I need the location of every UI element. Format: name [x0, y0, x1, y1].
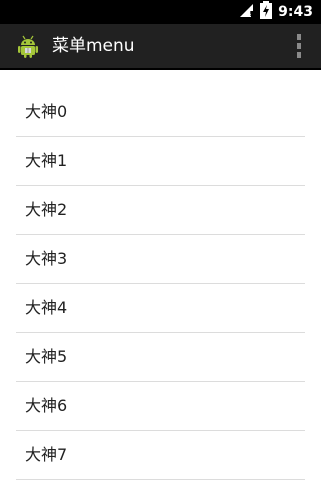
status-bar: ! 9:43 — [0, 0, 321, 24]
overflow-menu-icon — [297, 34, 301, 40]
list-item-label: 大神3 — [25, 249, 68, 268]
list-item-label: 大神4 — [25, 298, 68, 317]
app-title: 菜单menu — [52, 36, 135, 56]
list-item-label: 大神0 — [25, 102, 68, 121]
list-item[interactable]: 大神0 — [16, 88, 305, 137]
overflow-dot — [297, 43, 301, 49]
signal-icon: ! — [238, 2, 256, 22]
action-bar: 菜单menu — [0, 24, 321, 70]
list-item-label: 大神2 — [25, 200, 68, 219]
list-item-label: 大神5 — [25, 347, 68, 366]
list-item-label: 大神6 — [25, 396, 68, 415]
status-time: 9:43 — [278, 4, 313, 20]
status-icons: ! 9:43 — [238, 0, 313, 24]
list-item[interactable]: 大神3 — [16, 235, 305, 284]
battery-charging-icon — [260, 1, 273, 23]
list-item-label: 大神1 — [25, 151, 68, 170]
list-item[interactable]: 大神4 — [16, 284, 305, 333]
list-item[interactable]: 大神2 — [16, 186, 305, 235]
svg-text:!: ! — [249, 10, 252, 18]
item-list: 大神0 大神1 大神2 大神3 大神4 大神5 大神6 大神7 — [0, 88, 321, 480]
list-item[interactable]: 大神5 — [16, 333, 305, 382]
overflow-menu-button[interactable] — [291, 32, 307, 60]
list-item-label: 大神7 — [25, 445, 68, 464]
android-icon[interactable] — [16, 34, 40, 58]
list-item[interactable]: 大神6 — [16, 382, 305, 431]
list-item[interactable]: 大神1 — [16, 137, 305, 186]
overflow-dot — [297, 52, 301, 58]
